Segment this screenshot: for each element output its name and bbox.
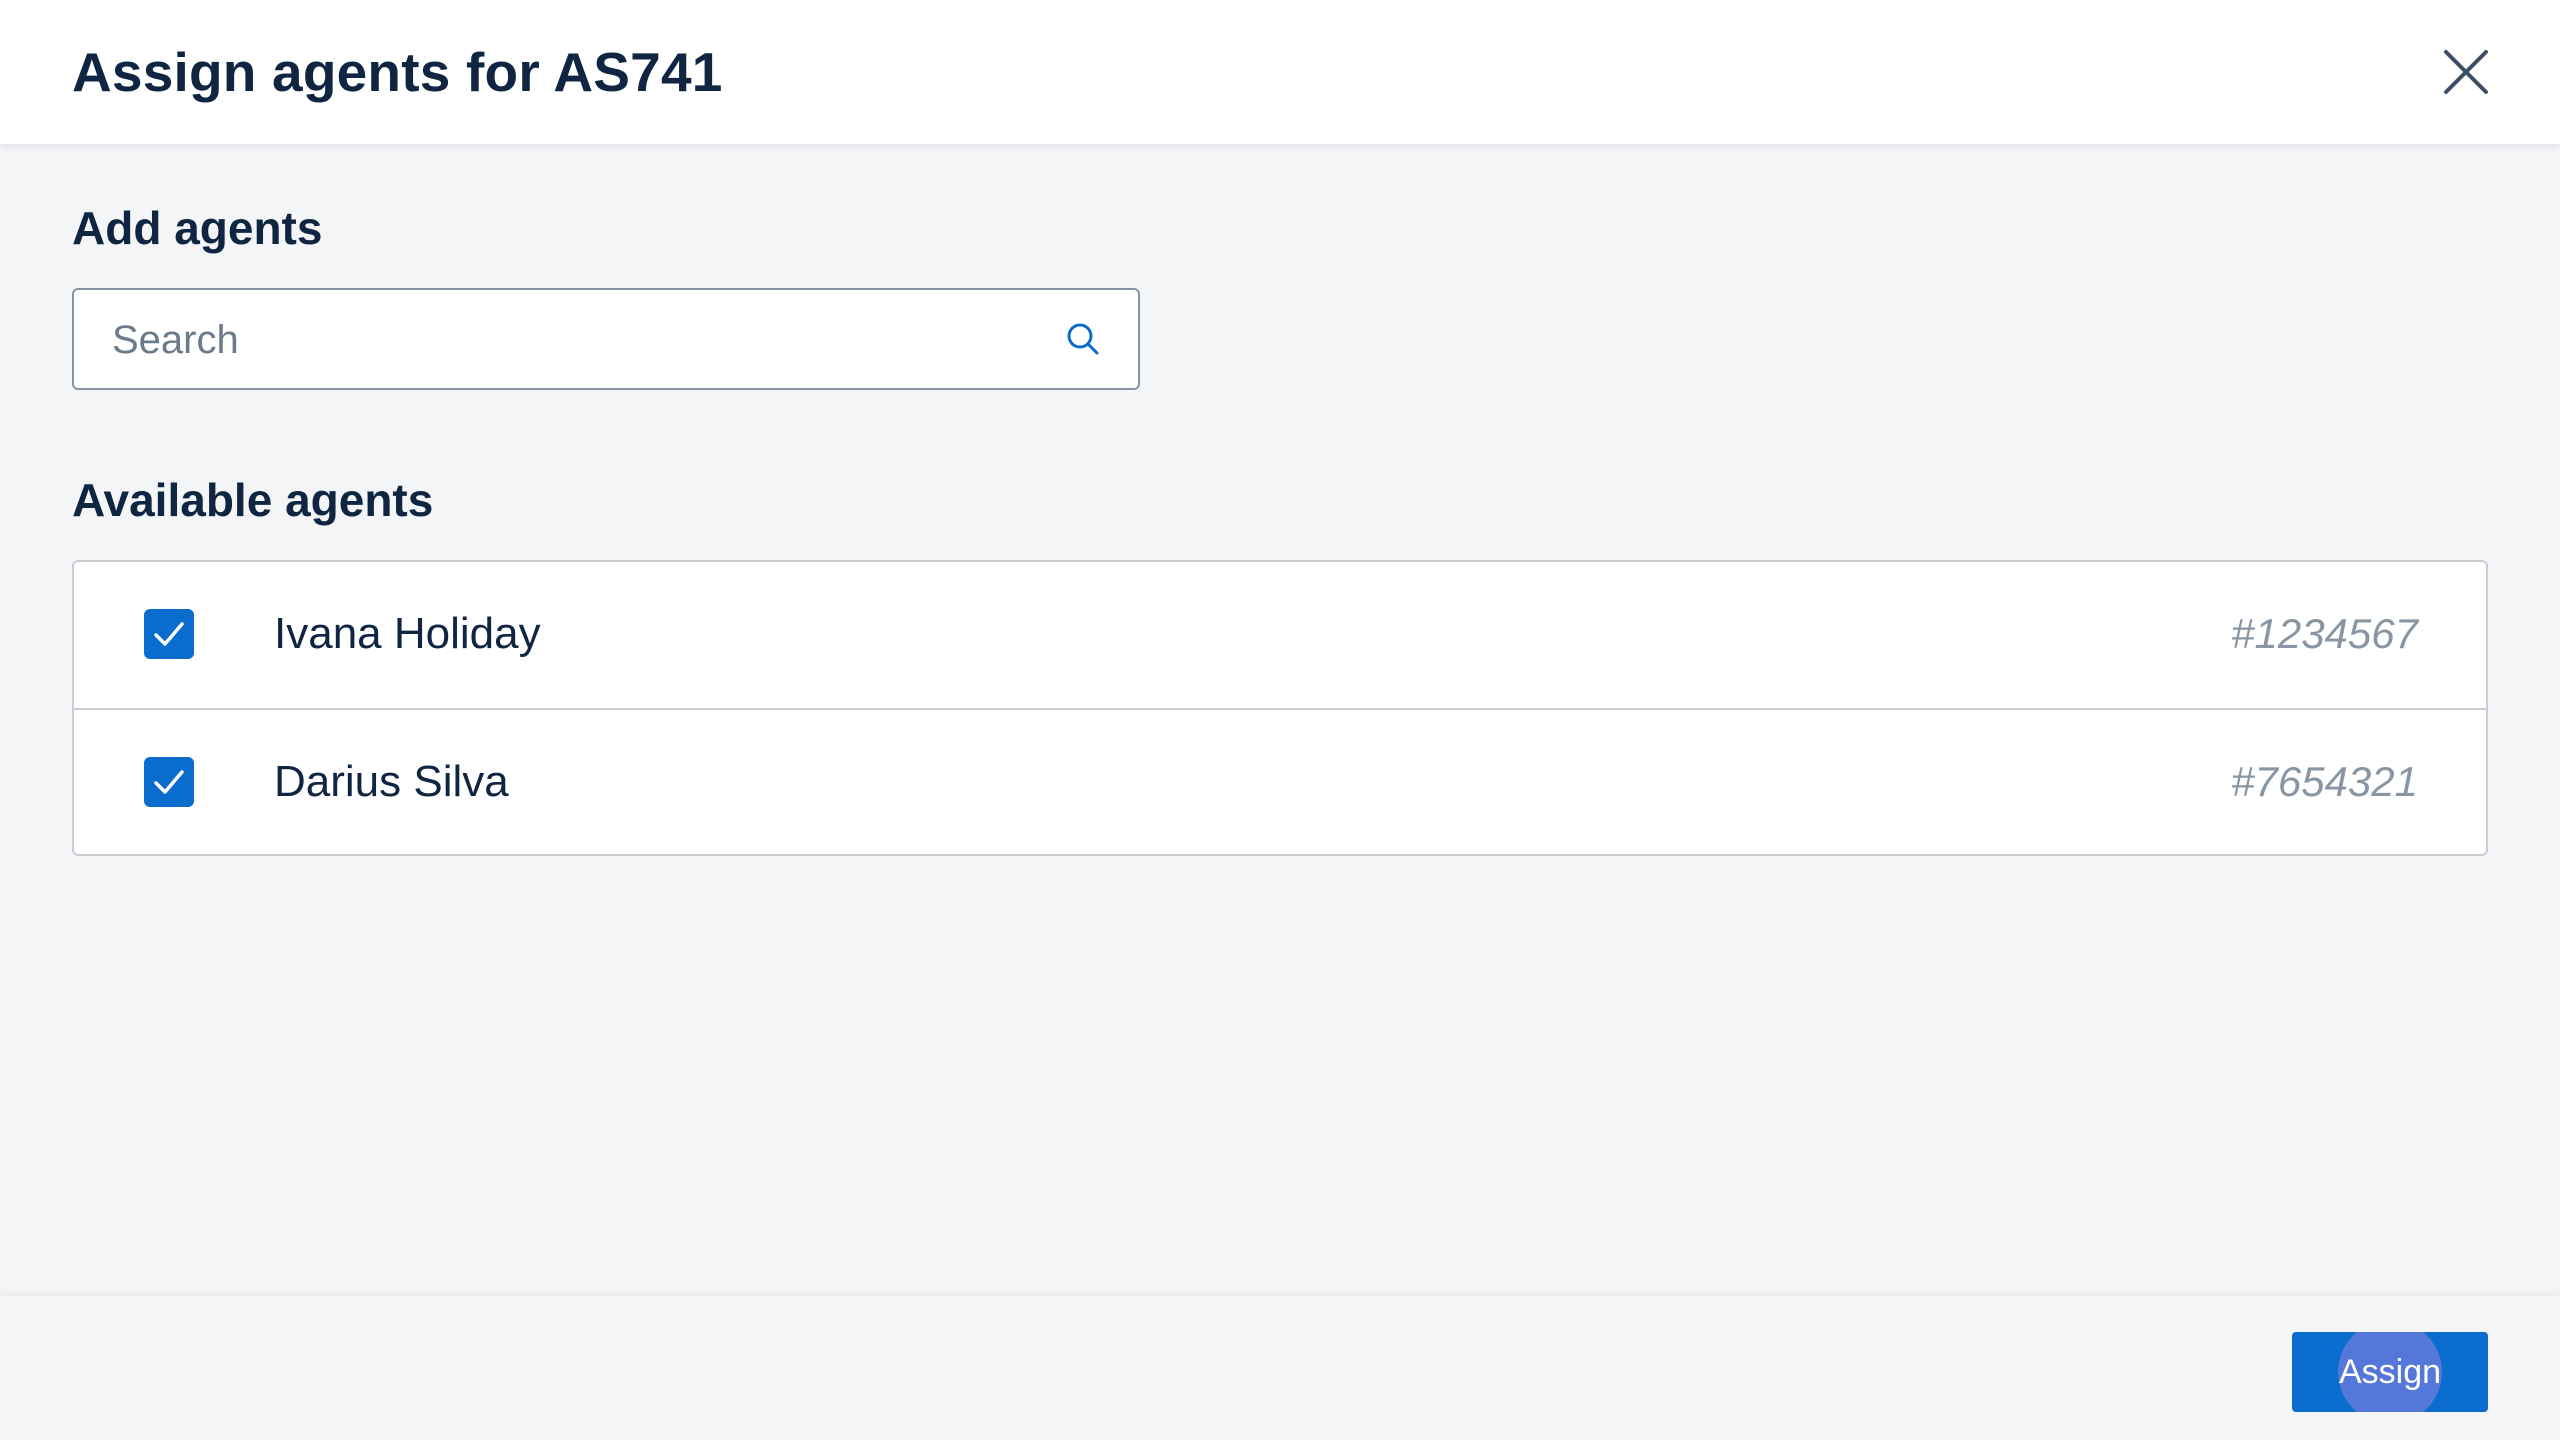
close-button[interactable] — [2436, 42, 2496, 102]
checkmark-icon — [154, 770, 184, 794]
assign-agents-modal: Assign agents for AS741 Add agents Avail… — [0, 0, 2560, 1440]
checkmark-icon — [154, 622, 184, 646]
agent-name: Ivana Holiday — [274, 609, 541, 658]
list-item[interactable]: Darius Silva #7654321 — [74, 710, 2486, 854]
agent-name: Darius Silva — [274, 757, 509, 806]
agent-checkbox[interactable] — [144, 609, 194, 659]
search-input[interactable] — [110, 290, 1014, 390]
assign-button-label: Assign — [2338, 1353, 2442, 1391]
modal-body: Add agents Available agents Ivana Holida… — [0, 144, 2560, 1296]
agent-id: #1234567 — [2231, 610, 2418, 657]
add-agents-heading: Add agents — [72, 202, 323, 254]
agent-list: Ivana Holiday #1234567 Darius Silva #765… — [72, 560, 2488, 856]
close-icon — [2444, 50, 2488, 94]
assign-button[interactable]: Assign — [2292, 1332, 2488, 1412]
available-agents-heading: Available agents — [72, 474, 434, 526]
modal-footer: Assign — [0, 1296, 2560, 1440]
search-field[interactable] — [72, 288, 1140, 390]
modal-title: Assign agents for AS741 — [72, 41, 723, 103]
agent-id: #7654321 — [2231, 758, 2418, 805]
list-item[interactable]: Ivana Holiday #1234567 — [74, 562, 2486, 708]
search-icon[interactable] — [1064, 320, 1102, 358]
modal-header: Assign agents for AS741 — [0, 0, 2560, 144]
agent-checkbox[interactable] — [144, 757, 194, 807]
